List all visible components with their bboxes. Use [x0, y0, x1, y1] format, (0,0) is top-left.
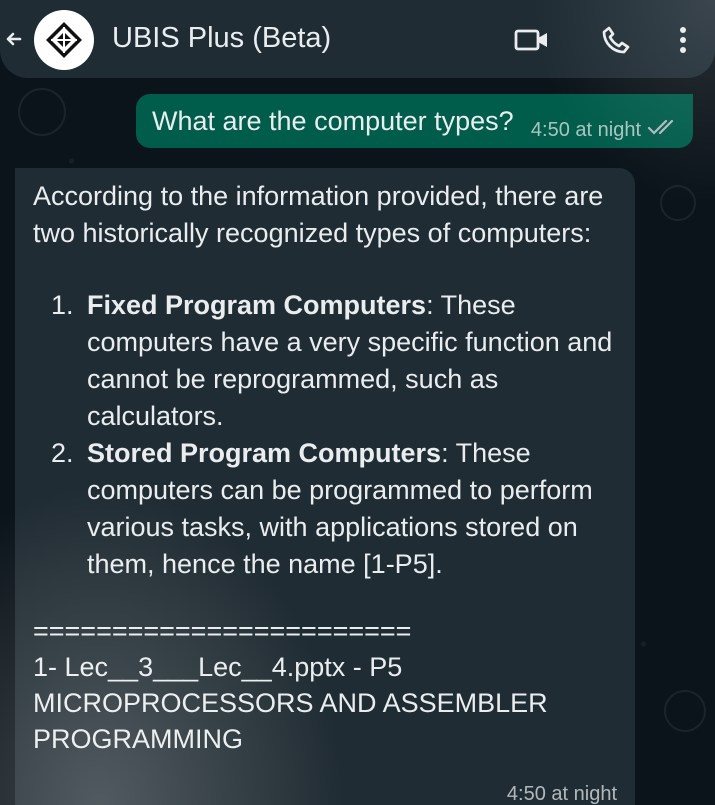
wallpaper-doodle: [664, 690, 706, 732]
message-meta: 4:50 at night: [531, 118, 681, 142]
outgoing-message[interactable]: What are the computer types? 4:50 at nig…: [136, 94, 693, 148]
back-arrow-icon[interactable]: [4, 28, 26, 50]
list-number: 2.: [51, 438, 74, 468]
list-item: 2. Stored Program Computers: These compu…: [33, 435, 617, 583]
list-item: 1. Fixed Program Computers: These comput…: [33, 287, 617, 435]
chat-title[interactable]: UBIS Plus (Beta): [112, 18, 331, 58]
list-number: 1.: [51, 290, 74, 320]
app-logo-icon[interactable]: [34, 10, 94, 70]
message-time: 4:50 at night: [530, 118, 641, 141]
phone-call-icon[interactable]: [596, 20, 636, 60]
more-options-icon[interactable]: [668, 20, 698, 60]
computer-type-term: Stored Program Computers: [87, 438, 442, 468]
wallpaper-doodle: [18, 88, 66, 136]
reference-separator: ========================: [33, 616, 412, 646]
chat-header: UBIS Plus (Beta): [0, 0, 715, 78]
wallpaper-doodle: [660, 185, 696, 221]
response-intro: According to the information provided, t…: [33, 181, 604, 248]
message-time: 4:50 at night: [506, 783, 617, 805]
computer-type-term: Fixed Program Computers: [87, 290, 427, 320]
reference-title: MICROPROCESSORS AND ASSEMBLER PROGRAMMIN…: [33, 688, 548, 754]
incoming-message[interactable]: According to the information provided, t…: [15, 168, 635, 805]
video-call-icon[interactable]: [512, 20, 552, 60]
read-receipt-icon: [647, 118, 681, 142]
computer-types-list: 1. Fixed Program Computers: These comput…: [33, 287, 617, 583]
chat-screen: UBIS Plus (Beta) What are the computer t…: [0, 0, 715, 805]
reference-source: 1- Lec__3___Lec__4.pptx - P5: [33, 652, 403, 682]
